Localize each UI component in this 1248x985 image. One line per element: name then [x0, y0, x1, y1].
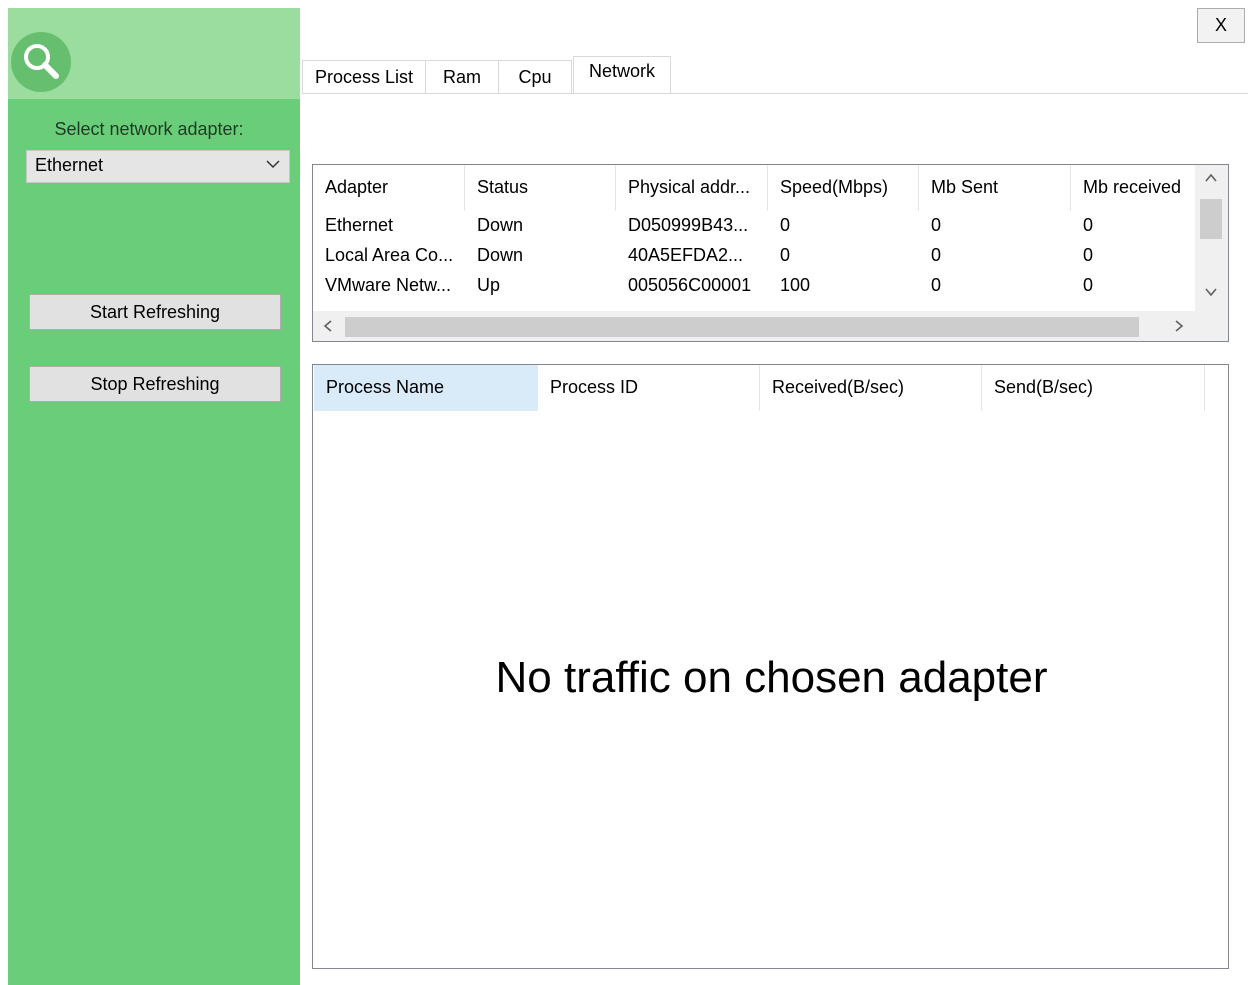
- adapter-label: Select network adapter:: [54, 119, 244, 139]
- chevron-down-icon: [265, 156, 281, 177]
- column-header-physical-address[interactable]: Physical addr...: [616, 165, 768, 211]
- table-cell: 0: [780, 245, 791, 265]
- vertical-scrollbar[interactable]: [1195, 165, 1228, 311]
- table-cell: 0: [1083, 215, 1094, 235]
- vertical-scroll-thumb[interactable]: [1200, 199, 1222, 239]
- process-table[interactable]: Process Name Process ID Received(B/sec) …: [312, 364, 1229, 969]
- adapter-table[interactable]: Adapter Status Physical addr... Speed(Mb…: [312, 164, 1229, 342]
- column-header-adapter[interactable]: Adapter: [313, 165, 465, 211]
- table-cell: Local Area Co...: [325, 245, 454, 265]
- column-header-process-id[interactable]: Process ID: [538, 365, 760, 411]
- column-header-status[interactable]: Status: [465, 165, 616, 211]
- horizontal-scrollbar[interactable]: [313, 311, 1228, 341]
- column-header-process-name[interactable]: Process Name: [314, 365, 538, 411]
- search-logo-icon: [11, 32, 71, 92]
- column-header-speed[interactable]: Speed(Mbps): [768, 165, 919, 211]
- tab-process-list[interactable]: Process List: [302, 60, 426, 94]
- tab-divider: [302, 93, 1248, 94]
- tab-cpu[interactable]: Cpu: [498, 60, 572, 94]
- column-header-mb-received[interactable]: Mb received: [1071, 165, 1197, 211]
- table-cell: Up: [477, 275, 501, 295]
- table-cell: 0: [931, 215, 942, 235]
- tab-ram[interactable]: Ram: [425, 60, 499, 94]
- tab-bar: Process List Ram Cpu Network: [302, 56, 1248, 94]
- table-cell: D050999B43...: [628, 215, 749, 235]
- table-cell: 100: [780, 275, 811, 295]
- table-cell: 0: [931, 245, 942, 265]
- table-cell: VMware Netw...: [325, 275, 452, 295]
- table-cell: 0: [1083, 245, 1094, 265]
- adapter-select-value: Ethernet: [35, 155, 104, 175]
- tab-network[interactable]: Network: [573, 56, 671, 94]
- table-cell: 0: [931, 275, 942, 295]
- table-cell: Ethernet: [325, 215, 394, 235]
- scroll-left-icon[interactable]: [322, 319, 334, 338]
- column-header-send[interactable]: Send(B/sec): [982, 365, 1205, 411]
- column-header-received[interactable]: Received(B/sec): [760, 365, 982, 411]
- horizontal-scroll-thumb[interactable]: [345, 317, 1139, 337]
- stop-refreshing-button[interactable]: Stop Refreshing: [29, 366, 281, 402]
- scroll-right-icon[interactable]: [1173, 319, 1185, 338]
- table-cell: 0: [1083, 275, 1094, 295]
- adapter-select[interactable]: Ethernet: [26, 150, 290, 183]
- table-cell: Down: [477, 245, 524, 265]
- table-cell: 0: [780, 215, 791, 235]
- table-cell: 40A5EFDA2...: [628, 245, 744, 265]
- empty-state-message: No traffic on chosen adapter: [495, 653, 1048, 702]
- sidebar: Select network adapter: Ethernet Start R…: [8, 8, 300, 985]
- column-header-mb-sent[interactable]: Mb Sent: [919, 165, 1071, 211]
- table-cell: Down: [477, 215, 524, 235]
- start-refreshing-button[interactable]: Start Refreshing: [29, 294, 281, 330]
- close-button[interactable]: X: [1197, 8, 1245, 43]
- sidebar-header: [8, 8, 300, 99]
- scroll-up-icon[interactable]: [1204, 171, 1218, 189]
- scroll-down-icon[interactable]: [1204, 285, 1218, 303]
- table-cell: 005056C00001: [628, 275, 752, 295]
